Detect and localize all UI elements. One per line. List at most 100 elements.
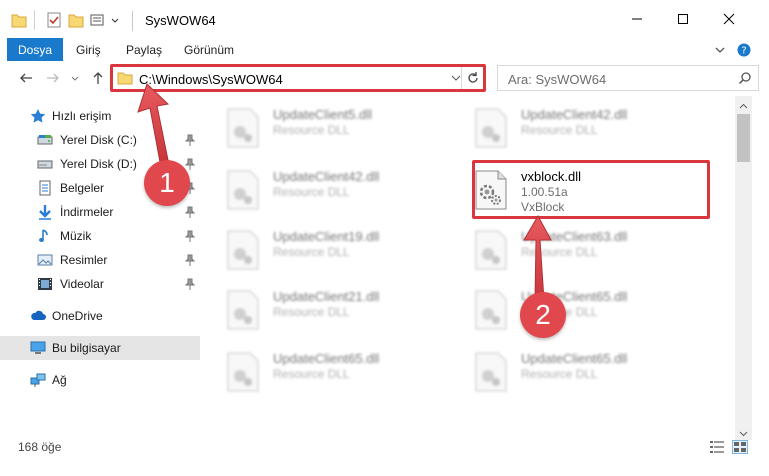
- pin-icon[interactable]: [184, 254, 196, 266]
- dll-file-icon: [226, 108, 260, 148]
- file-type: Resource DLL: [273, 245, 350, 259]
- sidebar-item-label: Bu bilgisayar: [52, 341, 121, 355]
- minimize-button[interactable]: [614, 0, 660, 38]
- file-name: UpdateClient19.dll: [273, 229, 380, 244]
- sidebar-item-label: Ağ: [52, 373, 67, 387]
- sidebar-item-onedrive[interactable]: OneDrive: [0, 304, 200, 328]
- tab-share[interactable]: Paylaş: [126, 43, 162, 57]
- drive-icon: [37, 156, 53, 172]
- sidebar-item-music[interactable]: Müzik: [0, 224, 200, 248]
- documents-icon: [37, 180, 53, 196]
- sidebar-item-videos[interactable]: Videolar: [0, 272, 200, 296]
- music-icon: [37, 228, 53, 244]
- customize-toolbar-icon[interactable]: [90, 11, 108, 29]
- maximize-button[interactable]: [660, 0, 706, 38]
- sidebar-item-network[interactable]: Ağ: [0, 368, 200, 392]
- network-icon: [30, 372, 46, 388]
- tab-file[interactable]: Dosya: [7, 38, 63, 61]
- file-type: Resource DLL: [273, 185, 350, 199]
- search-box[interactable]: Ara: SysWOW64: [497, 65, 759, 91]
- scroll-up-icon[interactable]: [739, 100, 748, 109]
- file-name: UpdateClient63.dll: [521, 229, 628, 244]
- file-name: UpdateClient5.dll: [273, 107, 373, 122]
- sidebar-item-quick-access[interactable]: Hızlı erişim: [0, 104, 200, 128]
- tiles-view-icon[interactable]: [732, 440, 748, 454]
- chevron-down-icon: [71, 76, 79, 81]
- file-item[interactable]: UpdateClient65.dll Resource DLL: [458, 282, 698, 336]
- sidebar-item-label: Resimler: [60, 253, 108, 267]
- computer-icon: [30, 340, 46, 356]
- pin-icon[interactable]: [184, 230, 196, 242]
- sidebar-item-label: Yerel Disk (D:): [60, 157, 137, 171]
- step-marker-1: 1: [144, 160, 190, 206]
- back-button[interactable]: [18, 70, 34, 86]
- pin-icon[interactable]: [184, 206, 196, 218]
- file-type: Resource DLL: [273, 305, 350, 319]
- chevron-down-icon[interactable]: [110, 11, 120, 29]
- dll-file-icon: [226, 290, 260, 330]
- sidebar-item-label: Hızlı erişim: [52, 109, 112, 123]
- file-item[interactable]: UpdateClient65.dll Resource DLL: [458, 344, 698, 398]
- close-icon: [723, 13, 735, 25]
- drive-icon: [37, 132, 53, 148]
- refresh-icon: [467, 72, 478, 83]
- svg-text:?: ?: [741, 46, 746, 57]
- maximize-icon: [678, 14, 688, 24]
- sidebar-item-pictures[interactable]: Resimler: [0, 248, 200, 272]
- refresh-button[interactable]: [461, 67, 483, 89]
- file-item[interactable]: UpdateClient42.dll Resource DLL: [210, 162, 450, 216]
- address-bar[interactable]: C:\Windows\SysWOW64: [110, 65, 486, 91]
- address-path[interactable]: C:\Windows\SysWOW64: [139, 72, 283, 87]
- pin-icon[interactable]: [184, 134, 196, 146]
- pin-icon[interactable]: [184, 158, 196, 170]
- sidebar-item-this-pc[interactable]: Bu bilgisayar: [0, 336, 200, 360]
- folder-icon: [11, 11, 27, 29]
- file-type: Resource DLL: [521, 367, 598, 381]
- file-name: UpdateClient42.dll: [273, 169, 380, 184]
- file-item[interactable]: UpdateClient42.dll Resource DLL: [458, 100, 698, 154]
- vertical-scrollbar[interactable]: [735, 96, 752, 440]
- close-button[interactable]: [706, 0, 752, 38]
- file-name: UpdateClient65.dll: [273, 351, 380, 366]
- search-placeholder: Ara: SysWOW64: [508, 72, 607, 87]
- sidebar-item-label: Yerel Disk (C:): [60, 133, 137, 147]
- file-item[interactable]: UpdateClient21.dll Resource DLL: [210, 282, 450, 336]
- scroll-down-icon[interactable]: [739, 427, 748, 437]
- file-type: Resource DLL: [273, 123, 350, 137]
- sidebar-item-label: Belgeler: [60, 181, 105, 195]
- help-icon[interactable]: ?: [737, 43, 751, 57]
- dll-file-icon: [474, 108, 508, 148]
- scrollbar-thumb[interactable]: [737, 114, 750, 162]
- window-title: SysWOW64: [145, 13, 216, 28]
- file-item[interactable]: UpdateClient63.dll Resource DLL: [458, 222, 698, 276]
- file-item[interactable]: UpdateClient19.dll Resource DLL: [210, 222, 450, 276]
- up-button[interactable]: [90, 70, 106, 86]
- forward-arrow-icon: [47, 73, 59, 83]
- search-icon[interactable]: [738, 71, 752, 85]
- tab-view[interactable]: Görünüm: [184, 43, 234, 57]
- dll-file-icon: [474, 352, 508, 392]
- sidebar-item-label: Videolar: [60, 277, 104, 291]
- sidebar-item-local-disk-c[interactable]: Yerel Disk (C:): [0, 128, 200, 152]
- navigation-pane: Hızlı erişim Yerel Disk (C:) Yerel Disk …: [0, 100, 200, 456]
- sidebar-item-label: OneDrive: [52, 309, 103, 323]
- file-name: UpdateClient21.dll: [273, 289, 380, 304]
- file-list: UpdateClient5.dll Resource DLL UpdateCli…: [210, 100, 734, 440]
- recent-locations-button[interactable]: [70, 70, 80, 86]
- star-icon: [30, 108, 46, 124]
- pictures-icon: [37, 252, 53, 268]
- expand-ribbon-icon[interactable]: [713, 43, 727, 57]
- details-view-icon[interactable]: [709, 440, 725, 454]
- pin-icon[interactable]: [184, 278, 196, 290]
- properties-icon[interactable]: [46, 11, 62, 29]
- file-item[interactable]: UpdateClient5.dll Resource DLL: [210, 100, 450, 154]
- file-item[interactable]: UpdateClient65.dll Resource DLL: [210, 344, 450, 398]
- dll-file-icon: [474, 290, 508, 330]
- downloads-icon: [37, 204, 53, 220]
- new-folder-icon[interactable]: [68, 11, 84, 29]
- dll-file-icon: [474, 230, 508, 270]
- forward-button[interactable]: [45, 70, 61, 86]
- navigation-bar: C:\Windows\SysWOW64 Ara: SysWOW64: [0, 62, 769, 96]
- dll-file-icon: [226, 352, 260, 392]
- tab-home[interactable]: Giriş: [76, 43, 101, 57]
